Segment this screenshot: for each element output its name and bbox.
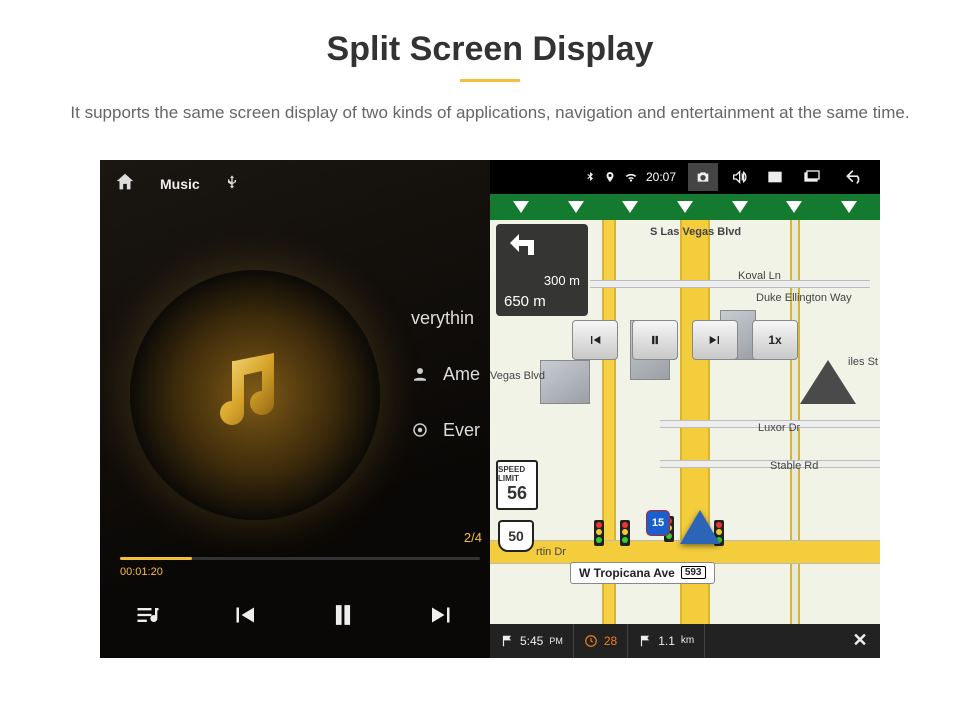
artist-partial: Ame <box>443 346 480 402</box>
nav-speed-label: 1x <box>768 333 781 347</box>
track-index: 2/4 <box>464 530 482 545</box>
eta-value: 5:45 <box>520 634 543 648</box>
seek-fill <box>120 557 192 560</box>
flag-icon <box>500 634 514 648</box>
clock-icon <box>584 634 598 648</box>
interstate-shield: 15 <box>646 510 670 536</box>
music-app-pane: Music verythin Ame Ever 2/4 <box>100 160 490 658</box>
nav-next-button[interactable] <box>692 320 738 360</box>
speed-limit-value: 56 <box>507 483 527 504</box>
building <box>540 360 590 404</box>
person-icon <box>411 365 429 383</box>
lane-arrow-icon <box>677 201 693 213</box>
nav-playback-controls: 1x <box>572 320 798 360</box>
street-label: iles St <box>848 356 878 368</box>
disc-icon <box>411 421 429 439</box>
distance-unit: km <box>681 635 694 646</box>
music-top-bar: Music <box>100 160 490 208</box>
turn-left-icon <box>496 224 588 271</box>
turn-distance-2: 650 m <box>504 293 546 310</box>
back-button[interactable] <box>832 163 876 191</box>
previous-button[interactable] <box>229 600 259 635</box>
street-label: Vegas Blvd <box>490 370 545 382</box>
split-screen-button[interactable] <box>796 163 826 191</box>
current-street-bubble: W Tropicana Ave 593 <box>570 562 715 584</box>
lane-arrow-icon <box>786 201 802 213</box>
close-app-button[interactable] <box>760 163 790 191</box>
time-elapsed: 00:01:20 <box>120 566 480 578</box>
system-status-bar: 20:07 <box>490 160 880 194</box>
next-button[interactable] <box>427 600 457 635</box>
interstate-number: 15 <box>652 517 664 529</box>
lane-arrow-icon <box>513 201 529 213</box>
route-shield: 50 <box>498 520 534 552</box>
navigation-app-pane: 20:07 <box>490 160 880 658</box>
eta-cell[interactable]: 5:45 PM <box>490 624 574 658</box>
distance-value: 1.1 <box>658 634 675 648</box>
nav-footer-bar: 5:45 PM 28 1.1 km ✕ <box>490 624 880 658</box>
street-label: Luxor Dr <box>758 422 800 434</box>
nav-prev-button[interactable] <box>572 320 618 360</box>
turn-instruction-box: 300 m 650 m <box>496 224 588 316</box>
traffic-light-icon <box>620 520 630 546</box>
street-label: Stable Rd <box>770 460 818 472</box>
speed-limit-sign: SPEED LIMIT 56 <box>496 460 538 510</box>
flag-icon <box>638 634 652 648</box>
lane-arrow-icon <box>568 201 584 213</box>
map-canvas[interactable]: S Las Vegas Blvd Koval Ln Duke Ellington… <box>490 220 880 624</box>
location-icon <box>604 171 616 183</box>
current-street-name: W Tropicana Ave <box>579 566 675 580</box>
track-info: verythin Ame Ever <box>411 290 490 458</box>
album-disc <box>130 270 380 520</box>
lane-arrow-icon <box>841 201 857 213</box>
street-label: Koval Ln <box>738 270 781 282</box>
album-partial: Ever <box>443 402 480 458</box>
nav-speed-button[interactable]: 1x <box>752 320 798 360</box>
alert-value: 28 <box>604 634 617 648</box>
progress-area: 00:01:20 <box>120 557 480 578</box>
status-system-buttons <box>688 163 876 191</box>
street-label: rtin Dr <box>536 546 566 558</box>
turn-distance-1: 300 m <box>544 273 580 288</box>
bluetooth-icon <box>584 171 596 183</box>
alert-cell[interactable]: 28 <box>574 624 628 658</box>
music-app-label: Music <box>160 176 200 192</box>
head-unit-screen: Music verythin Ame Ever 2/4 <box>100 160 880 658</box>
current-street-shield: 593 <box>681 566 706 579</box>
pause-button[interactable] <box>326 598 360 637</box>
street-label: S Las Vegas Blvd <box>650 226 741 238</box>
lane-arrow-icon <box>732 201 748 213</box>
nav-pause-button[interactable] <box>632 320 678 360</box>
status-time: 20:07 <box>646 170 676 184</box>
screenshot-button[interactable] <box>688 163 718 191</box>
lane-arrow-icon <box>622 201 638 213</box>
track-title-partial: verythin <box>411 290 474 346</box>
wifi-icon <box>624 170 638 184</box>
seek-bar[interactable] <box>120 557 480 560</box>
lane-guidance-bar <box>490 194 880 220</box>
road <box>590 280 870 288</box>
playlist-icon[interactable] <box>134 601 162 634</box>
home-icon[interactable] <box>114 171 136 196</box>
speed-limit-label: SPEED LIMIT <box>498 465 536 483</box>
page-title: Split Screen Display <box>20 30 960 69</box>
marketing-header: Split Screen Display It supports the sam… <box>0 0 980 160</box>
street-label: Duke Ellington Way <box>756 292 852 304</box>
nav-close-button[interactable]: ✕ <box>840 630 880 651</box>
volume-button[interactable] <box>724 163 754 191</box>
usb-icon[interactable] <box>224 174 240 193</box>
distance-cell[interactable]: 1.1 km <box>628 624 705 658</box>
music-controls <box>100 588 490 648</box>
traffic-light-icon <box>594 520 604 546</box>
vehicle-position-icon <box>680 510 720 544</box>
page-subtitle: It supports the same screen display of t… <box>50 100 930 126</box>
title-underline <box>460 79 520 82</box>
music-note-icon <box>199 341 299 441</box>
route-shield-number: 50 <box>508 528 524 544</box>
status-icons-left: 20:07 <box>494 170 682 184</box>
